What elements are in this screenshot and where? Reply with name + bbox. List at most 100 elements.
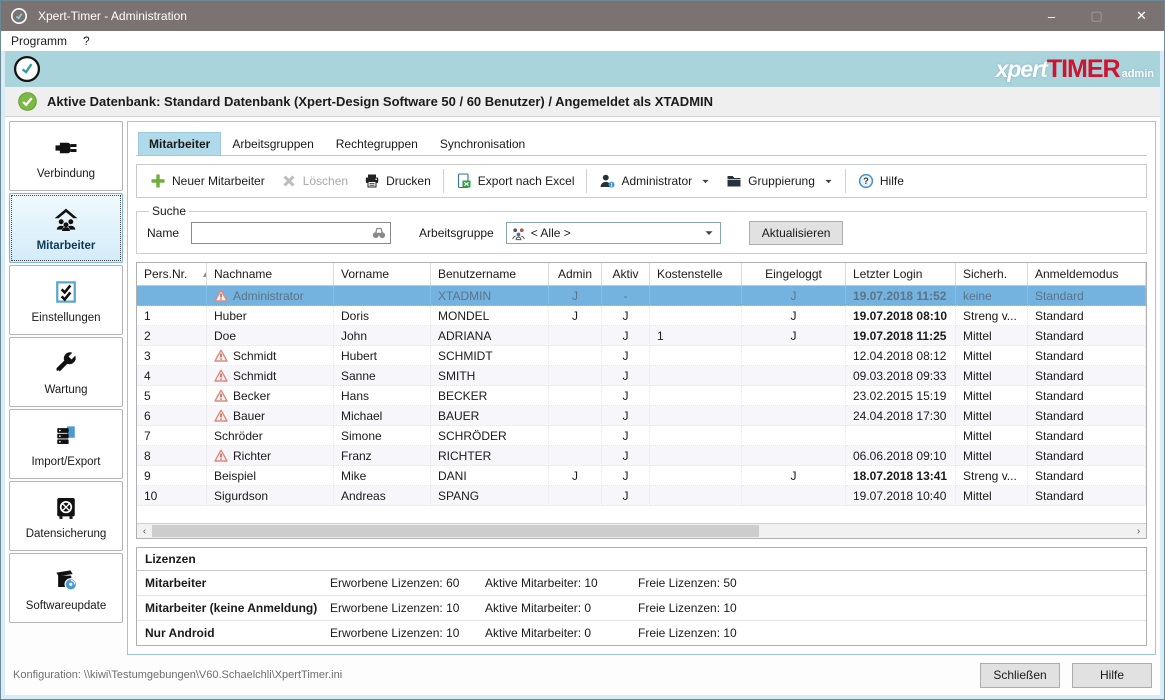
folder-icon bbox=[726, 173, 742, 189]
column-header-anmeldemodus[interactable]: Anmeldemodus bbox=[1028, 263, 1146, 285]
cell-kostenstelle bbox=[650, 486, 742, 506]
cell-sicherheit: keine bbox=[956, 286, 1028, 306]
column-header-pers-nr[interactable]: Pers.Nr.▲ bbox=[137, 263, 207, 285]
cell-modus: Standard bbox=[1028, 286, 1146, 306]
toolbar-export-nach-excel-button[interactable]: Export nach Excel bbox=[448, 169, 583, 193]
maximize-button[interactable]: ▢ bbox=[1074, 1, 1119, 31]
cell-sicherheit: Mittel bbox=[956, 366, 1028, 386]
table-row[interactable]: 1HuberDorisMONDELJJJ19.07.2018 08:10Stre… bbox=[137, 306, 1146, 326]
column-header-benutzername[interactable]: Benutzername bbox=[431, 263, 549, 285]
menu-item-programm[interactable]: Programm bbox=[3, 32, 75, 50]
column-header-kostenstelle[interactable]: Kostenstelle bbox=[650, 263, 742, 285]
menubar: Programm ? bbox=[1, 31, 1164, 51]
tab-rechtegruppen[interactable]: Rechtegruppen bbox=[325, 132, 429, 156]
chevron-down-icon bbox=[704, 228, 714, 238]
svg-text:?: ? bbox=[863, 176, 869, 186]
arbeitsgruppe-label: Arbeitsgruppe bbox=[419, 226, 494, 240]
window-title: Xpert-Timer - Administration bbox=[38, 9, 187, 23]
column-header-aktiv[interactable]: Aktiv bbox=[602, 263, 650, 285]
cell-vorname: Simone bbox=[334, 426, 431, 446]
tab-arbeitsgruppen[interactable]: Arbeitsgruppen bbox=[221, 132, 324, 156]
table-row[interactable]: 7SchröderSimoneSCHRÖDERJMittelStandard bbox=[137, 426, 1146, 446]
cell-modus: Standard bbox=[1028, 346, 1146, 366]
arbeitsgruppe-select[interactable]: < Alle > bbox=[506, 222, 721, 244]
cell-sicherheit: Mittel bbox=[956, 406, 1028, 426]
group-icon bbox=[511, 226, 526, 241]
sidebar-item-import-export[interactable]: Import/Export bbox=[9, 409, 123, 479]
toolbar-hilfe-button[interactable]: ? Hilfe bbox=[850, 169, 912, 193]
close-button[interactable]: ✕ bbox=[1119, 1, 1164, 31]
scrollbar-thumb[interactable] bbox=[152, 525, 759, 537]
cell-eingeloggt bbox=[742, 426, 846, 446]
column-header-eingeloggt[interactable]: Eingeloggt bbox=[742, 263, 846, 285]
menu-item-help[interactable]: ? bbox=[75, 32, 98, 50]
table-row[interactable]: 4SchmidtSanneSMITHJ09.03.2018 09:33Mitte… bbox=[137, 366, 1146, 386]
table-row[interactable]: 9BeispielMikeDANIJJJ18.07.2018 13:41Stre… bbox=[137, 466, 1146, 486]
chevron-down-icon[interactable] bbox=[824, 177, 833, 186]
toolbar-drucken-button[interactable]: Drucken bbox=[356, 169, 439, 193]
sidebar-item-einstellungen[interactable]: Einstellungen bbox=[9, 265, 123, 335]
toolbar-separator bbox=[443, 169, 444, 193]
sidebar-item-mitarbeiter[interactable]: Mitarbeiter bbox=[9, 193, 123, 263]
logo-band: xpert TIMER admin bbox=[5, 51, 1160, 87]
cell-benutzername: SCHMIDT bbox=[431, 346, 549, 366]
cell-nachname: Bauer bbox=[207, 406, 334, 426]
toolbar-gruppierung-button[interactable]: Gruppierung bbox=[718, 169, 841, 193]
cell-sicherheit: Mittel bbox=[956, 446, 1028, 466]
table-row[interactable]: AdministratorXTADMINJ-J19.07.2018 11:52k… bbox=[137, 286, 1146, 306]
config-path: Konfiguration: \\kiwi\Testumgebungen\V60… bbox=[13, 669, 968, 681]
cell-sicherheit: Mittel bbox=[956, 386, 1028, 406]
table-row[interactable]: 5BeckerHansBECKERJ23.02.2015 15:19Mittel… bbox=[137, 386, 1146, 406]
minimize-button[interactable]: – bbox=[1029, 1, 1074, 31]
scroll-left-icon[interactable]: ‹ bbox=[137, 524, 152, 538]
table-row[interactable]: 2DoeJohnADRIANAJ1J19.07.2018 11:25Mittel… bbox=[137, 326, 1146, 346]
column-header-nachname[interactable]: Nachname bbox=[207, 263, 334, 285]
name-search-input[interactable] bbox=[191, 222, 391, 244]
license-purchased: Erworbene Lizenzen: 60 bbox=[330, 576, 485, 590]
sidebar-item-wartung[interactable]: Wartung bbox=[9, 337, 123, 407]
sidebar-item-softwareupdate[interactable]: Softwareupdate bbox=[9, 553, 123, 623]
cell-modus: Standard bbox=[1028, 446, 1146, 466]
logo-timer: TIMER bbox=[1047, 55, 1120, 84]
toolbar-neuer-mitarbeiter-button[interactable]: Neuer Mitarbeiter bbox=[142, 169, 273, 193]
column-header-vorname[interactable]: Vorname bbox=[334, 263, 431, 285]
tab-synchronisation[interactable]: Synchronisation bbox=[429, 132, 536, 156]
help-button[interactable]: Hilfe bbox=[1072, 663, 1152, 688]
column-header-letzter-login[interactable]: Letzter Login bbox=[846, 263, 956, 285]
license-purchased: Erworbene Lizenzen: 10 bbox=[330, 626, 485, 640]
window-frame: xpert TIMER admin Aktive Datenbank: Stan… bbox=[1, 51, 1164, 699]
cell-sicherheit: Streng v... bbox=[956, 466, 1028, 486]
logo-admin: admin bbox=[1122, 68, 1154, 80]
cell-vorname: Hans bbox=[334, 386, 431, 406]
warning-icon bbox=[214, 349, 228, 362]
cell-login: 09.03.2018 09:33 bbox=[846, 366, 956, 386]
scroll-right-icon[interactable]: › bbox=[1131, 524, 1146, 538]
table-row[interactable]: 6BauerMichaelBAUERJ24.04.2018 17:30Mitte… bbox=[137, 406, 1146, 426]
cell-aktiv: J bbox=[602, 346, 650, 366]
license-row: Mitarbeiter (keine Anmeldung)Erworbene L… bbox=[137, 595, 1146, 620]
toolbar-administrator-button[interactable]: Administrator bbox=[591, 169, 718, 193]
sidebar-item-datensicherung[interactable]: Datensicherung bbox=[9, 481, 123, 551]
tab-mitarbeiter[interactable]: Mitarbeiter bbox=[138, 132, 221, 156]
license-name: Nur Android bbox=[145, 626, 330, 640]
warning-icon bbox=[214, 449, 228, 462]
sidebar-item-verbindung[interactable]: Verbindung bbox=[9, 121, 123, 191]
table-row[interactable]: 8RichterFranzRICHTERJ06.06.2018 09:10Mit… bbox=[137, 446, 1146, 466]
cell-admin: J bbox=[549, 286, 602, 306]
cell-aktiv: J bbox=[602, 326, 650, 346]
cell-eingeloggt: J bbox=[742, 286, 846, 306]
binoculars-icon[interactable] bbox=[371, 225, 387, 241]
toolbar-löschen-button[interactable]: Löschen bbox=[273, 169, 356, 193]
refresh-button[interactable]: Aktualisieren bbox=[749, 221, 844, 245]
column-header-sicherh[interactable]: Sicherh. bbox=[956, 263, 1028, 285]
table-row[interactable]: 10SigurdsonAndreasSPANGJ19.07.2018 10:40… bbox=[137, 486, 1146, 506]
horizontal-scrollbar[interactable]: ‹ › bbox=[137, 523, 1146, 538]
cell-vorname bbox=[334, 286, 431, 306]
logo-xpert: xpert bbox=[996, 56, 1047, 83]
close-dialog-button[interactable]: Schließen bbox=[980, 663, 1060, 688]
cell-aktiv: - bbox=[602, 286, 650, 306]
chevron-down-icon[interactable] bbox=[701, 177, 710, 186]
table-row[interactable]: 3SchmidtHubertSCHMIDTJ12.04.2018 08:12Mi… bbox=[137, 346, 1146, 366]
cell-vorname: Doris bbox=[334, 306, 431, 326]
column-header-admin[interactable]: Admin bbox=[549, 263, 602, 285]
